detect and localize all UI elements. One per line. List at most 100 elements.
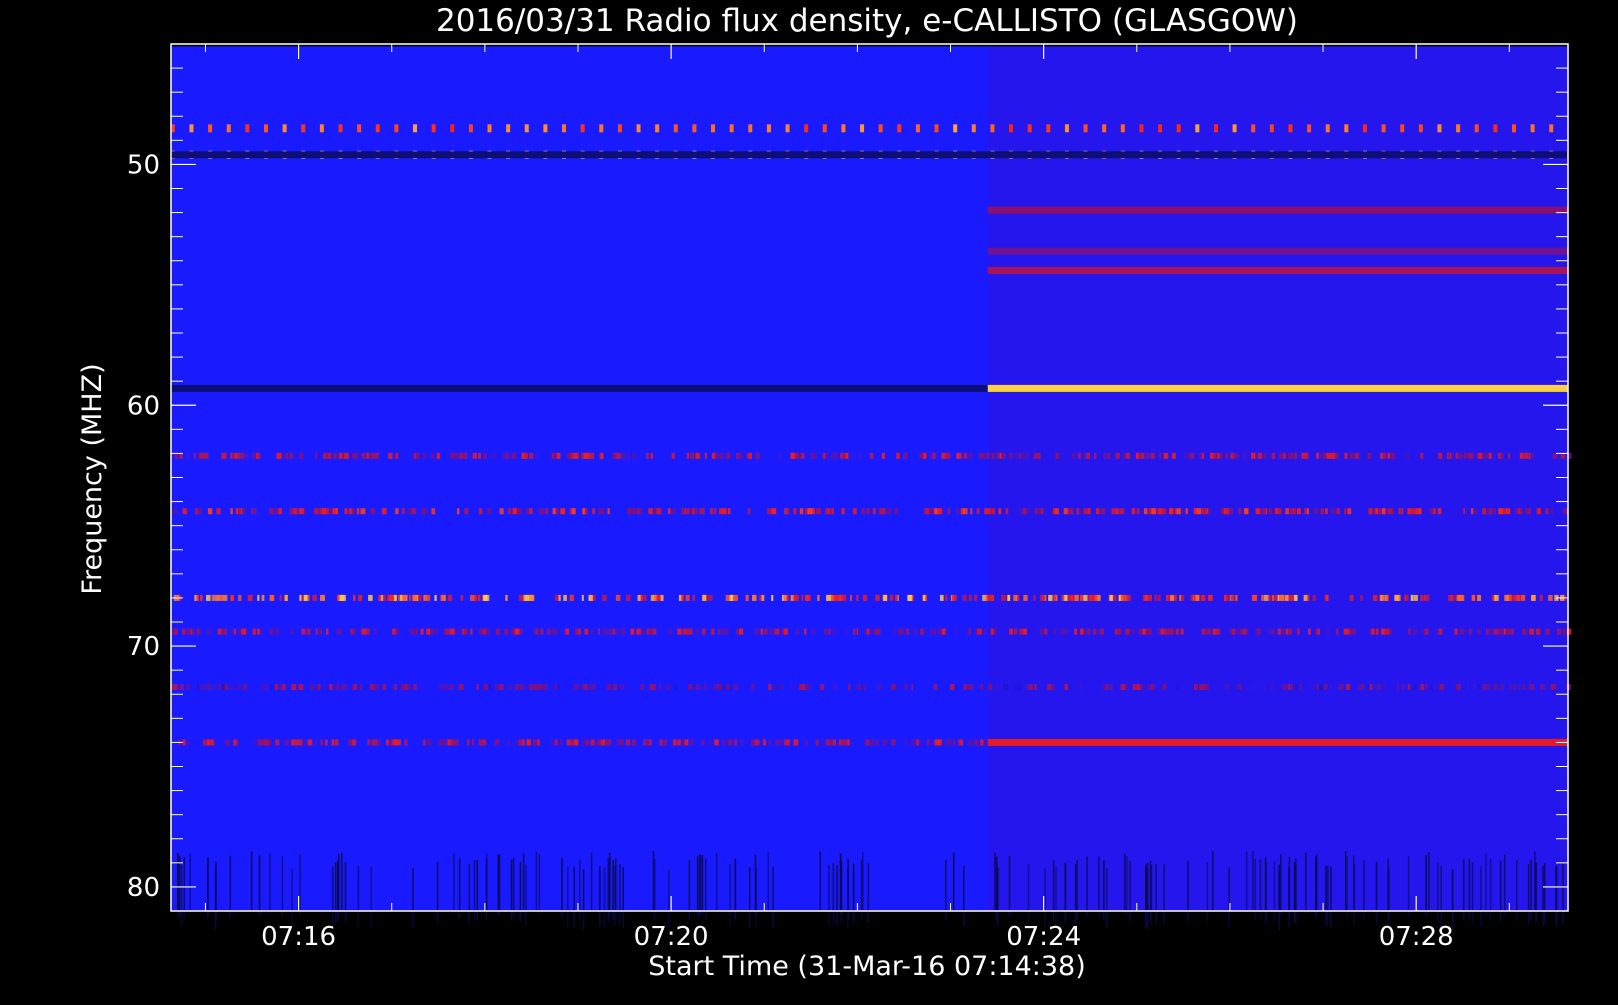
noise-streak [370, 866, 372, 927]
band-speckle [235, 508, 239, 515]
band-speckle [691, 739, 695, 746]
noise-streak [994, 852, 996, 913]
noise-streak [1485, 853, 1487, 915]
band-speckle [878, 684, 882, 691]
noise-streak [1542, 865, 1544, 927]
band-speckle [1202, 594, 1206, 601]
band-speckle [689, 452, 694, 459]
band-speckle [295, 739, 300, 746]
band-speckle [906, 628, 909, 635]
band-speckle [519, 684, 524, 691]
band-speckle [726, 452, 731, 459]
band-speckle [343, 684, 346, 691]
band-speckle [733, 594, 738, 601]
band-speckle [1094, 452, 1097, 459]
band-speckle [505, 594, 508, 601]
band-speckle [1412, 628, 1418, 635]
band-speckle [1236, 684, 1241, 691]
band-speckle [926, 739, 930, 746]
band-speckle [240, 452, 245, 459]
band-speckle [1315, 628, 1319, 635]
band-speckle [1373, 594, 1376, 601]
band-speckle [707, 594, 713, 601]
band-speckle [893, 628, 898, 635]
band-speckle [692, 594, 696, 601]
band-speckle [381, 508, 387, 515]
band-speckle [695, 684, 699, 691]
band-speckle [1420, 684, 1424, 691]
band-speckle [1270, 684, 1275, 691]
noise-streak [177, 852, 179, 913]
band-pulse [263, 124, 268, 133]
band-speckle [1139, 452, 1145, 459]
band-speckle [776, 684, 780, 691]
band-speckle [1143, 508, 1148, 515]
band-speckle [659, 684, 662, 691]
band-speckle [366, 452, 370, 459]
band-speckle [704, 684, 707, 691]
band-speckle [1517, 508, 1521, 515]
band-speckle [1530, 452, 1535, 459]
noise-streak [1437, 862, 1439, 923]
band-speckle [279, 594, 282, 601]
band-speckle [1368, 508, 1371, 515]
band-speckle [1109, 594, 1114, 601]
band-speckle [1484, 684, 1488, 691]
band-speckle [954, 628, 958, 635]
band-speckle [833, 684, 837, 691]
noise-streak [1555, 866, 1558, 927]
band-speckle [1454, 628, 1457, 635]
noise-streak [1280, 854, 1282, 915]
band-speckle [849, 452, 854, 459]
band-speckle [450, 739, 455, 746]
band-speckle [640, 684, 645, 691]
band-speckle [236, 739, 239, 746]
noise-streak [995, 861, 998, 922]
band-speckle [199, 628, 202, 635]
band-speckle [930, 628, 933, 635]
band-speckle [714, 739, 719, 746]
band-speckle [507, 739, 510, 746]
band-speckle [443, 739, 448, 746]
band-speckle [203, 452, 209, 459]
band-speckle [891, 684, 897, 691]
band-speckle [1472, 452, 1475, 459]
y-tick-label: 70 [127, 632, 160, 662]
band-speckle [1168, 628, 1173, 635]
band-speckle [653, 508, 657, 515]
band-speckle [1226, 594, 1231, 601]
band-speckle [575, 628, 579, 635]
band-speckle [180, 684, 184, 691]
band-speckle [719, 628, 724, 635]
band-pulse [543, 124, 548, 133]
band-speckle [560, 739, 563, 746]
band-speckle [1261, 594, 1264, 601]
band-speckle [378, 739, 381, 746]
band-speckle [560, 508, 566, 515]
band-speckle [840, 452, 845, 459]
band-speckle [677, 739, 681, 746]
band-speckle [206, 684, 212, 691]
band-speckle [1308, 628, 1311, 635]
band-speckle [1163, 452, 1169, 459]
band-speckle [827, 739, 833, 746]
band-speckle [1263, 684, 1267, 691]
band-speckle [1487, 508, 1492, 515]
noise-streak [1543, 863, 1546, 924]
noise-streak [1315, 856, 1317, 917]
band-speckle [1303, 508, 1308, 515]
band-speckle [768, 739, 772, 746]
band-pulse [487, 124, 492, 133]
band-speckle [566, 739, 571, 746]
band-speckle [1326, 628, 1329, 635]
band-speckle [369, 684, 375, 691]
band-speckle [832, 739, 837, 746]
band-speckle [186, 452, 191, 459]
band-speckle [470, 594, 475, 601]
band-speckle [1271, 594, 1274, 601]
band-speckle [460, 594, 464, 601]
band-speckle [565, 628, 569, 635]
band-speckle [257, 594, 260, 601]
noise-streak [668, 869, 670, 930]
band-speckle [1241, 452, 1247, 459]
